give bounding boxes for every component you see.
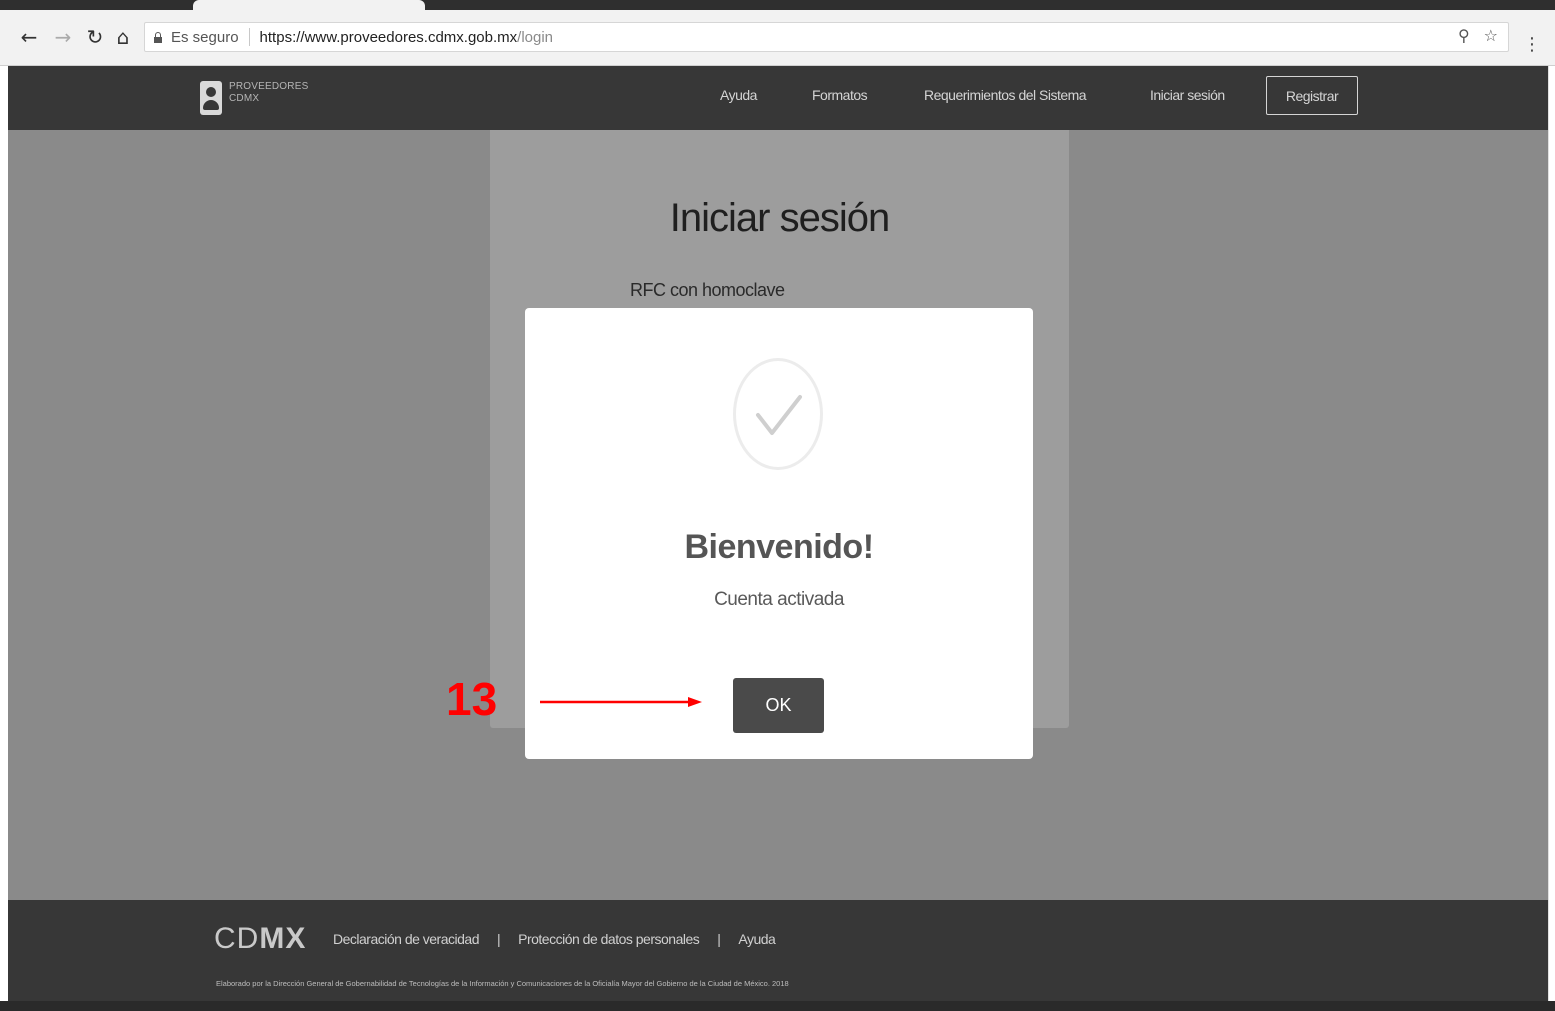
nav-link-requerimientos[interactable]: Requerimientos del Sistema bbox=[924, 87, 1087, 103]
nav-link-iniciar-sesion[interactable]: Iniciar sesión bbox=[1150, 87, 1225, 103]
register-button[interactable]: Registrar bbox=[1266, 76, 1358, 115]
dialog-message: Cuenta activada bbox=[714, 589, 844, 610]
ok-button[interactable]: OK bbox=[733, 678, 824, 733]
omnibox-actions: ⚲ ☆ bbox=[1458, 26, 1498, 45]
browser-tab-active[interactable] bbox=[193, 0, 425, 10]
footer-link-ayuda[interactable]: Ayuda bbox=[738, 931, 775, 947]
zoom-icon[interactable]: ⚲ bbox=[1458, 26, 1470, 45]
footer-logo: CDMX bbox=[214, 922, 306, 956]
site-navbar: PROVEEDORES CDMX Ayuda Formatos Requerim… bbox=[8, 66, 1548, 130]
footer-logo-bold: MX bbox=[259, 922, 307, 955]
footer-divider: | bbox=[717, 931, 721, 947]
forward-arrow-icon[interactable]: → bbox=[50, 24, 76, 50]
footer-divider: | bbox=[496, 931, 501, 947]
lock-icon bbox=[154, 31, 162, 43]
footer-links: Declaración de veracidad | Protección de… bbox=[333, 931, 776, 947]
footer-link-datos-personales[interactable]: Protección de datos personales bbox=[518, 931, 700, 947]
login-title: Iniciar sesión bbox=[669, 196, 890, 240]
address-bar[interactable]: Es seguro https://www.proveedores.cdmx.g… bbox=[144, 22, 1509, 52]
step-number-annotation: 13 bbox=[446, 673, 498, 725]
url-text[interactable]: https://www.proveedores.cdmx.gob.mx/logi… bbox=[260, 29, 553, 46]
page-right-edge bbox=[1548, 66, 1555, 1001]
address-divider bbox=[248, 28, 250, 46]
url-path: /login bbox=[517, 28, 554, 46]
footer-logo-light: CD bbox=[214, 922, 260, 955]
welcome-dialog: Bienvenido! Cuenta activada OK bbox=[525, 308, 1033, 759]
browser-toolbar: ← → ↻ ⌂ Es seguro https://www.proveedore… bbox=[0, 10, 1555, 66]
footer-credit: Elaborado por la Dirección General de Go… bbox=[216, 979, 789, 988]
reload-icon[interactable]: ↻ bbox=[82, 24, 108, 50]
annotation-arrow-icon bbox=[540, 697, 702, 707]
bookmark-star-icon[interactable]: ☆ bbox=[1484, 26, 1498, 45]
site-footer: CDMX Declaración de veracidad | Protecci… bbox=[8, 900, 1548, 1001]
nav-menu: Ayuda Formatos Requerimientos del Sistem… bbox=[8, 66, 1548, 130]
browser-menu-icon[interactable]: ⋮ bbox=[1523, 34, 1541, 56]
url-host: https://www.proveedores.cdmx.gob.mx bbox=[259, 28, 518, 46]
nav-link-ayuda[interactable]: Ayuda bbox=[720, 87, 757, 103]
nav-link-formatos[interactable]: Formatos bbox=[812, 87, 868, 103]
checkmark-icon bbox=[733, 358, 823, 470]
taskbar-strip bbox=[0, 1001, 1555, 1011]
secure-label: Es seguro bbox=[171, 28, 239, 46]
footer-link-veracidad[interactable]: Declaración de veracidad bbox=[333, 931, 479, 947]
rfc-label: RFC con homoclave bbox=[630, 280, 785, 300]
back-arrow-icon[interactable]: ← bbox=[16, 24, 42, 50]
browser-tabstrip bbox=[0, 0, 1555, 10]
dialog-title: Bienvenido! bbox=[684, 528, 874, 566]
home-icon[interactable]: ⌂ bbox=[110, 24, 136, 50]
